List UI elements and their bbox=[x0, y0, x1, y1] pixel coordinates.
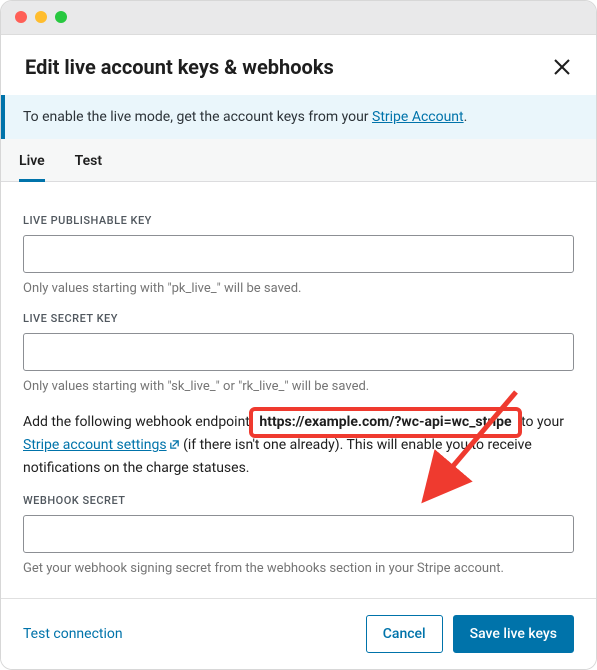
mac-titlebar bbox=[1, 1, 596, 35]
modal-title: Edit live account keys & webhooks bbox=[25, 55, 334, 79]
close-icon bbox=[553, 58, 571, 76]
cancel-button[interactable]: Cancel bbox=[366, 615, 443, 653]
webhook-text-mid: to your bbox=[518, 414, 564, 430]
stripe-account-link[interactable]: Stripe Account bbox=[372, 109, 464, 125]
save-button[interactable]: Save live keys bbox=[453, 615, 574, 653]
webhook-endpoint-highlight: https://example.com/?wc-api=wc_stripe bbox=[253, 410, 517, 436]
tab-test[interactable]: Test bbox=[75, 139, 102, 181]
pub-key-help: Only values starting with "pk_live_" wil… bbox=[23, 281, 574, 296]
webhook-secret-label: WEBHOOK SECRET bbox=[23, 494, 574, 507]
tabs: Live Test bbox=[1, 139, 596, 182]
tab-live[interactable]: Live bbox=[19, 139, 45, 181]
secret-key-label: LIVE SECRET KEY bbox=[23, 312, 574, 325]
window-close-dot[interactable] bbox=[15, 11, 27, 23]
webhook-secret-help: Get your webhook signing secret from the… bbox=[23, 561, 574, 576]
window-minimize-dot[interactable] bbox=[35, 11, 47, 23]
modal-header: Edit live account keys & webhooks bbox=[1, 35, 596, 95]
webhook-text-before: Add the following webhook endpoint bbox=[23, 414, 253, 430]
stripe-settings-link[interactable]: Stripe account settings bbox=[23, 437, 180, 453]
pub-key-label: LIVE PUBLISHABLE KEY bbox=[23, 214, 574, 227]
notice-text-after: . bbox=[464, 109, 468, 125]
webhook-instructions: Add the following webhook endpoint https… bbox=[23, 410, 574, 480]
webhook-endpoint-url: https://example.com/?wc-api=wc_stripe bbox=[259, 414, 511, 430]
modal-footer: Test connection Cancel Save live keys bbox=[1, 598, 596, 669]
window-zoom-dot[interactable] bbox=[55, 11, 67, 23]
info-notice: To enable the live mode, get the account… bbox=[1, 95, 596, 139]
close-button[interactable] bbox=[552, 57, 572, 77]
modal-content: LIVE PUBLISHABLE KEY Only values startin… bbox=[1, 182, 596, 598]
stripe-settings-link-text: Stripe account settings bbox=[23, 437, 167, 453]
webhook-secret-input[interactable] bbox=[23, 515, 574, 553]
external-link-icon bbox=[169, 436, 180, 458]
secret-key-help: Only values starting with "sk_live_" or … bbox=[23, 379, 574, 394]
modal-window: Edit live account keys & webhooks To ena… bbox=[0, 0, 597, 670]
pub-key-input[interactable] bbox=[23, 235, 574, 273]
notice-text-before: To enable the live mode, get the account… bbox=[23, 109, 372, 125]
test-connection-link[interactable]: Test connection bbox=[23, 626, 123, 642]
secret-key-input[interactable] bbox=[23, 333, 574, 371]
